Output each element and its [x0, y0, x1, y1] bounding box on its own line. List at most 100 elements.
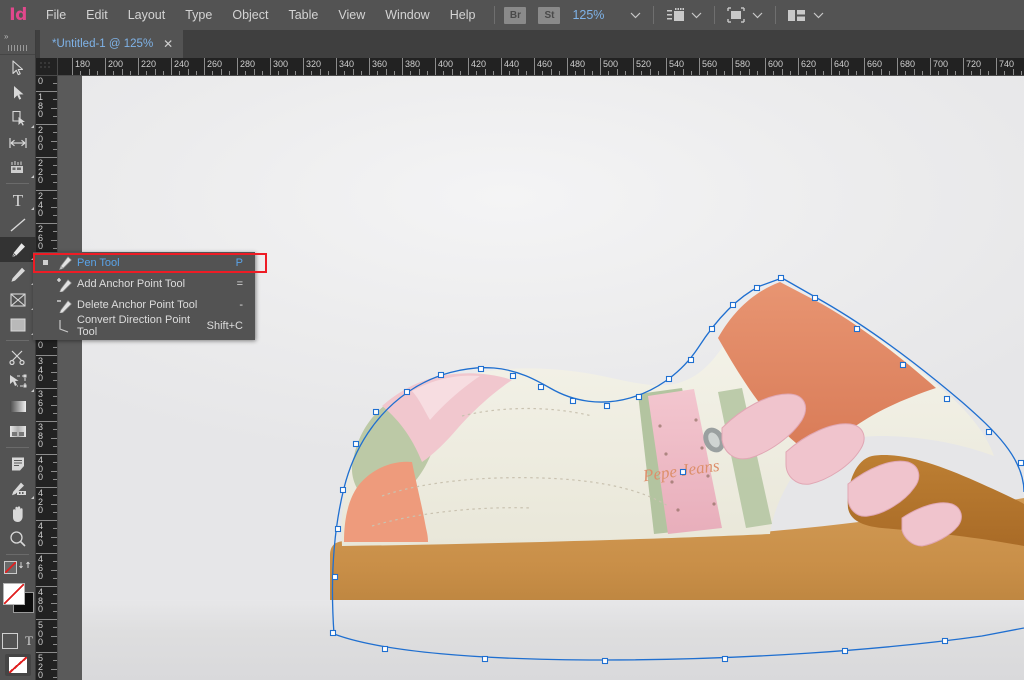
- ruler-label: 180: [75, 59, 91, 69]
- document-canvas[interactable]: Pepe Jeans: [58, 76, 1024, 680]
- selected-marker-icon: [43, 260, 48, 265]
- tool-content-collector[interactable]: [0, 155, 36, 180]
- menu-object[interactable]: Object: [222, 0, 278, 30]
- ruler-label: 240: [174, 59, 190, 69]
- formatting-affects-container-icon[interactable]: [2, 633, 19, 649]
- screen-mode-chevron-down-icon[interactable]: [687, 5, 705, 25]
- ruler-minor-tick: [459, 71, 461, 75]
- tool-line[interactable]: [0, 212, 36, 237]
- flyout-item-convert-direction-point-tool[interactable]: Convert Direction Point Tool Shift+C: [33, 314, 255, 338]
- ruler-minor-tick: [327, 71, 329, 75]
- ruler-minor-tick: [492, 71, 494, 75]
- tool-type[interactable]: T: [0, 187, 36, 212]
- menu-view[interactable]: View: [328, 0, 375, 30]
- arrange-documents-icon[interactable]: [724, 5, 748, 25]
- fill-and-stroke-swatches[interactable]: [0, 578, 36, 630]
- flyout-item-pen-tool[interactable]: Pen Tool P: [33, 252, 255, 273]
- formatting-affects-text-icon[interactable]: T: [25, 633, 33, 649]
- tools-panel-drag-handle[interactable]: [0, 42, 35, 55]
- ruler-tick: [369, 58, 370, 75]
- tools-panel-collapse-icon[interactable]: »: [0, 30, 35, 42]
- horizontal-ruler[interactable]: 180 200 220 240 260 280 300 320 340 360 380 400 420 4…: [58, 58, 1024, 76]
- ruler-minor-tick: [228, 71, 230, 75]
- menu-layout[interactable]: Layout: [118, 0, 176, 30]
- ruler-label: 620: [801, 59, 817, 69]
- ruler-label: 740: [999, 59, 1015, 69]
- tool-scissors[interactable]: [0, 344, 36, 369]
- ruler-minor-tick: [212, 71, 214, 75]
- flyout-item-delete-anchor-point-tool[interactable]: Delete Anchor Point Tool -: [33, 294, 255, 315]
- tool-hand[interactable]: [0, 501, 36, 526]
- zoom-level-value[interactable]: 125%: [572, 8, 626, 22]
- ruler-minor-tick: [261, 71, 263, 75]
- swap-fill-stroke-icon[interactable]: [19, 558, 31, 576]
- menu-table[interactable]: Table: [278, 0, 328, 30]
- flyout-label: Add Anchor Point Tool: [77, 277, 186, 290]
- ruler-minor-tick: [53, 165, 57, 167]
- workspace-chevron-down-icon[interactable]: [809, 5, 827, 25]
- ruler-minor-tick: [550, 69, 552, 75]
- toolbar-divider-1: [6, 183, 29, 184]
- ruler-tick: [402, 58, 403, 75]
- tool-gradient-swatch[interactable]: [0, 394, 36, 419]
- ruler-label: 640: [834, 59, 850, 69]
- tool-free-transform[interactable]: [0, 369, 36, 394]
- menu-edit[interactable]: Edit: [76, 0, 118, 30]
- sneaker-photograph[interactable]: Pepe Jeans: [82, 76, 1024, 680]
- ruler-label: 340: [38, 356, 44, 383]
- tool-rectangle-frame[interactable]: [0, 287, 36, 312]
- ruler-minor-tick: [814, 69, 816, 75]
- ruler-minor-tick: [179, 71, 181, 75]
- ruler-minor-tick: [426, 71, 428, 75]
- ruler-minor-tick: [921, 71, 923, 75]
- fill-swatch[interactable]: [3, 583, 25, 605]
- ruler-minor-tick: [657, 71, 659, 75]
- ruler-minor-tick: [385, 69, 387, 75]
- tool-page[interactable]: [0, 105, 36, 130]
- close-icon[interactable]: ✕: [163, 38, 173, 50]
- pen-tool-flyout-menu[interactable]: Pen Tool P Add Anchor Point Tool = Delet…: [33, 252, 255, 340]
- pen-tool-path-overlay[interactable]: [82, 76, 1024, 680]
- ruler-minor-tick: [53, 231, 57, 233]
- apply-none-icon[interactable]: [4, 654, 31, 676]
- document-tab[interactable]: *Untitled-1 @ 125% ✕: [40, 30, 184, 58]
- ruler-minor-tick: [129, 71, 131, 75]
- ruler-minor-tick: [888, 71, 890, 75]
- ruler-tick: [930, 58, 931, 75]
- stock-button[interactable]: St: [538, 6, 561, 24]
- tool-selection[interactable]: [0, 55, 36, 80]
- bridge-button[interactable]: Br: [504, 6, 527, 24]
- tool-direct-selection[interactable]: [0, 80, 36, 105]
- tool-zoom[interactable]: [0, 526, 36, 551]
- ruler-tick: [534, 58, 535, 75]
- ruler-minor-tick: [53, 511, 57, 513]
- tool-eyedropper[interactable]: [0, 476, 36, 501]
- ruler-minor-tick: [723, 71, 725, 75]
- tool-note[interactable]: [0, 451, 36, 476]
- ruler-minor-tick: [575, 71, 577, 75]
- ruler-minor-tick: [53, 396, 57, 398]
- ruler-origin-corner[interactable]: [36, 58, 58, 76]
- tool-pencil[interactable]: [0, 262, 36, 287]
- ruler-tick: [435, 58, 436, 75]
- tool-gradient-feather[interactable]: [0, 419, 36, 444]
- ruler-tick: [204, 58, 205, 75]
- vertical-ruler[interactable]: 1601802002202402602803003203403603804004…: [36, 76, 58, 680]
- ruler-minor-tick: [690, 71, 692, 75]
- menu-type[interactable]: Type: [175, 0, 222, 30]
- menu-window[interactable]: Window: [375, 0, 439, 30]
- tool-pen[interactable]: [0, 237, 36, 262]
- menu-file[interactable]: File: [36, 0, 76, 30]
- ruler-minor-tick: [51, 371, 57, 373]
- arrange-documents-chevron-down-icon[interactable]: [748, 5, 766, 25]
- menu-help[interactable]: Help: [440, 0, 486, 30]
- ruler-minor-tick: [517, 69, 519, 75]
- default-fill-stroke-icon[interactable]: [4, 560, 17, 574]
- tool-rectangle[interactable]: [0, 312, 36, 337]
- tool-gap[interactable]: [0, 130, 36, 155]
- workspace-switcher-icon[interactable]: [785, 5, 809, 25]
- screen-mode-icon[interactable]: [663, 5, 687, 25]
- ruler-minor-tick: [748, 69, 750, 75]
- flyout-item-add-anchor-point-tool[interactable]: Add Anchor Point Tool =: [33, 273, 255, 294]
- zoom-dropdown-chevron-down-icon[interactable]: [626, 5, 644, 25]
